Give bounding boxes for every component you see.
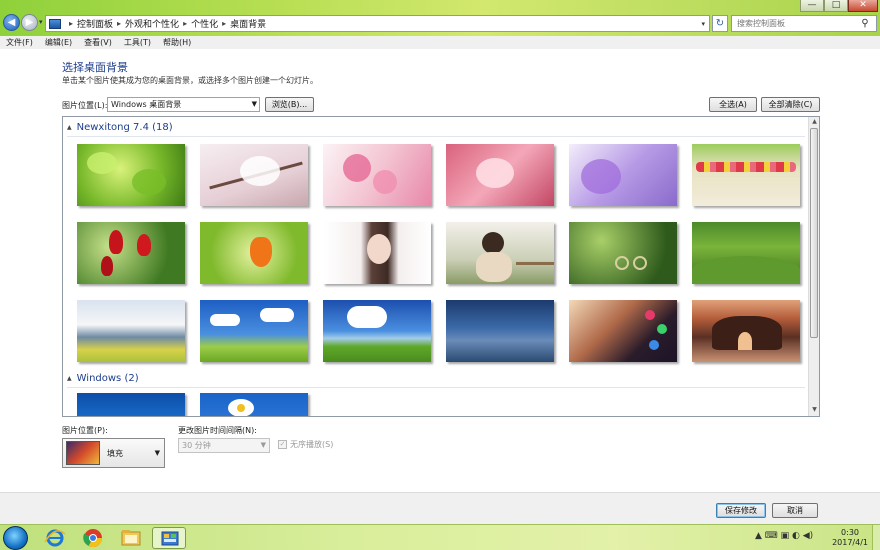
clear-all-button[interactable]: 全部清除(C) (761, 97, 820, 112)
thumbnail-girl-fence[interactable] (446, 222, 554, 284)
group-header-newxitong[interactable]: ▲ Newxitong 7.4 (18) (67, 122, 173, 133)
recent-pages-chevron-icon[interactable]: ▾ (39, 18, 43, 26)
checkbox-icon[interactable]: ✓ (278, 440, 287, 449)
address-bar[interactable]: ▸ 控制面板 ▸ 外观和个性化 ▸ 个性化 ▸ 桌面背景 ▾ (45, 15, 710, 32)
clock-time: 0:30 (841, 528, 860, 537)
back-button[interactable]: ◀ (3, 14, 20, 31)
title-bar: ◀ ▶ ▾ ▸ 控制面板 ▸ 外观和个性化 ▸ 个性化 ▸ 桌面背景 ▾ ↻ ⚲… (0, 0, 880, 36)
show-desktop-button[interactable] (872, 525, 880, 550)
page-description: 单击某个图片使其成为您的桌面背景，或选择多个图片创建一个幻灯片。 (62, 76, 318, 85)
page-title: 选择桌面背景 (62, 61, 128, 74)
scroll-up-icon[interactable]: ▲ (810, 118, 819, 127)
scroll-down-icon[interactable]: ▼ (810, 406, 819, 415)
menu-bar: 文件(F) 编辑(E) 查看(V) 工具(T) 帮助(H) (0, 36, 880, 49)
group-divider (67, 136, 805, 137)
forward-button[interactable]: ▶ (21, 14, 38, 31)
picture-position-value: 填充 (107, 448, 123, 458)
search-icon[interactable]: ⚲ (857, 18, 873, 29)
clock[interactable]: 0:30 2017/4/1 (832, 528, 868, 548)
picture-location-select[interactable]: Windows 桌面背景 ▼ (107, 97, 260, 112)
thumbnail-portrait-woman[interactable] (323, 222, 431, 284)
thumbnail-green-leaves[interactable] (77, 144, 185, 206)
thumbnail-purple-flowers[interactable] (569, 144, 677, 206)
thumbnail-cherry-blossom-white[interactable] (200, 144, 308, 206)
chevron-down-icon[interactable]: ▾ (701, 20, 705, 28)
thumbnail-lantern-flower[interactable] (200, 222, 308, 284)
thumbnail-cup-bokeh[interactable] (569, 300, 677, 362)
search-input[interactable] (732, 16, 857, 31)
thumbnail-evening-sky[interactable] (446, 300, 554, 362)
breadcrumb-control-panel[interactable]: 控制面板 (77, 17, 113, 30)
menu-edit[interactable]: 编辑(E) (45, 37, 72, 48)
scroll-thumb[interactable] (810, 128, 818, 338)
chevron-down-icon: ▼ (251, 100, 257, 108)
interval-label: 更改图片时间间隔(N): (178, 426, 257, 435)
close-button[interactable]: ✕ (848, 0, 878, 12)
chrome-icon[interactable] (78, 527, 108, 549)
thumbnail-sky-field[interactable] (323, 300, 431, 362)
picture-position-select[interactable]: 填充 ▼ (62, 438, 165, 468)
group-header-windows[interactable]: ▲ Windows (2) (67, 373, 139, 384)
footer: 保存修改 取消 (0, 492, 880, 524)
minimize-button[interactable]: — (800, 0, 824, 12)
window-controls: — □ ✕ (800, 0, 878, 12)
position-preview-image (66, 441, 100, 465)
clock-date: 2017/4/1 (832, 538, 868, 547)
thumbnail-red-tulips[interactable] (77, 222, 185, 284)
breadcrumb-desktop-background[interactable]: 桌面背景 (230, 17, 266, 30)
collapse-triangle-icon[interactable]: ▲ (67, 375, 72, 382)
interval-select[interactable]: 30 分钟 ▼ (178, 438, 270, 453)
main-content: 选择桌面背景 单击某个图片使其成为您的桌面背景，或选择多个图片创建一个幻灯片。 … (0, 49, 880, 492)
thumbnail-bicycle-forest[interactable] (569, 222, 677, 284)
select-all-button[interactable]: 全选(A) (709, 97, 757, 112)
picture-list: ▲ Newxitong 7.4 (18) ▲ Windows (2) ▲ ▼ (62, 116, 820, 417)
interval-value: 30 分钟 (182, 441, 211, 450)
thumbnail-peach-blossom[interactable] (446, 144, 554, 206)
picture-position-label: 图片位置(P): (62, 426, 108, 435)
group-title: Windows (2) (76, 373, 139, 384)
internet-explorer-icon[interactable] (40, 527, 70, 549)
shuffle-checkbox[interactable]: ✓ 无序播放(S) (278, 439, 333, 450)
thumbnail-windows-blue[interactable] (77, 393, 185, 416)
menu-help[interactable]: 帮助(H) (163, 37, 191, 48)
control-panel-icon (49, 18, 61, 29)
taskbar: ▲ ⌨ ▣ ◐ ◀) 0:30 2017/4/1 (0, 524, 880, 550)
vertical-scrollbar[interactable]: ▲ ▼ (808, 117, 819, 416)
thumbnail-green-hills[interactable] (692, 222, 800, 284)
menu-view[interactable]: 查看(V) (84, 37, 112, 48)
folder-icon[interactable] (116, 527, 146, 549)
thumbnail-tulip-field[interactable] (692, 144, 800, 206)
shuffle-label: 无序播放(S) (290, 440, 334, 449)
thumbnail-sea-rock-arch[interactable] (692, 300, 800, 362)
thumbnail-mountain-clouds[interactable] (77, 300, 185, 362)
picture-location-label: 图片位置(L): (62, 101, 108, 110)
picture-location-value: Windows 桌面背景 (111, 100, 182, 109)
browse-button[interactable]: 浏览(B)... (265, 97, 314, 112)
breadcrumb-appearance[interactable]: 外观和个性化 (125, 17, 179, 30)
maximize-button[interactable]: □ (824, 0, 848, 12)
system-tray-icons[interactable]: ▲ ⌨ ▣ ◐ ◀) (755, 531, 813, 541)
chevron-down-icon: ▼ (154, 449, 160, 457)
menu-file[interactable]: 文件(F) (6, 37, 33, 48)
chevron-down-icon: ▼ (260, 441, 266, 449)
thumbnail-daisy-blue[interactable] (200, 393, 308, 416)
control-panel-taskbar-icon[interactable] (152, 527, 186, 549)
thumbnail-pink-blossom[interactable] (323, 144, 431, 206)
menu-tools[interactable]: 工具(T) (124, 37, 151, 48)
start-button[interactable] (3, 526, 28, 550)
search-box[interactable]: ⚲ (731, 15, 877, 32)
refresh-button[interactable]: ↻ (712, 15, 728, 32)
breadcrumb-personalization[interactable]: 个性化 (191, 17, 218, 30)
collapse-triangle-icon[interactable]: ▲ (67, 124, 72, 131)
group-title: Newxitong 7.4 (18) (76, 122, 173, 133)
cancel-button[interactable]: 取消 (772, 503, 818, 518)
save-button[interactable]: 保存修改 (716, 503, 766, 518)
thumbnail-blue-sky-meadow[interactable] (200, 300, 308, 362)
group-divider (67, 387, 805, 388)
